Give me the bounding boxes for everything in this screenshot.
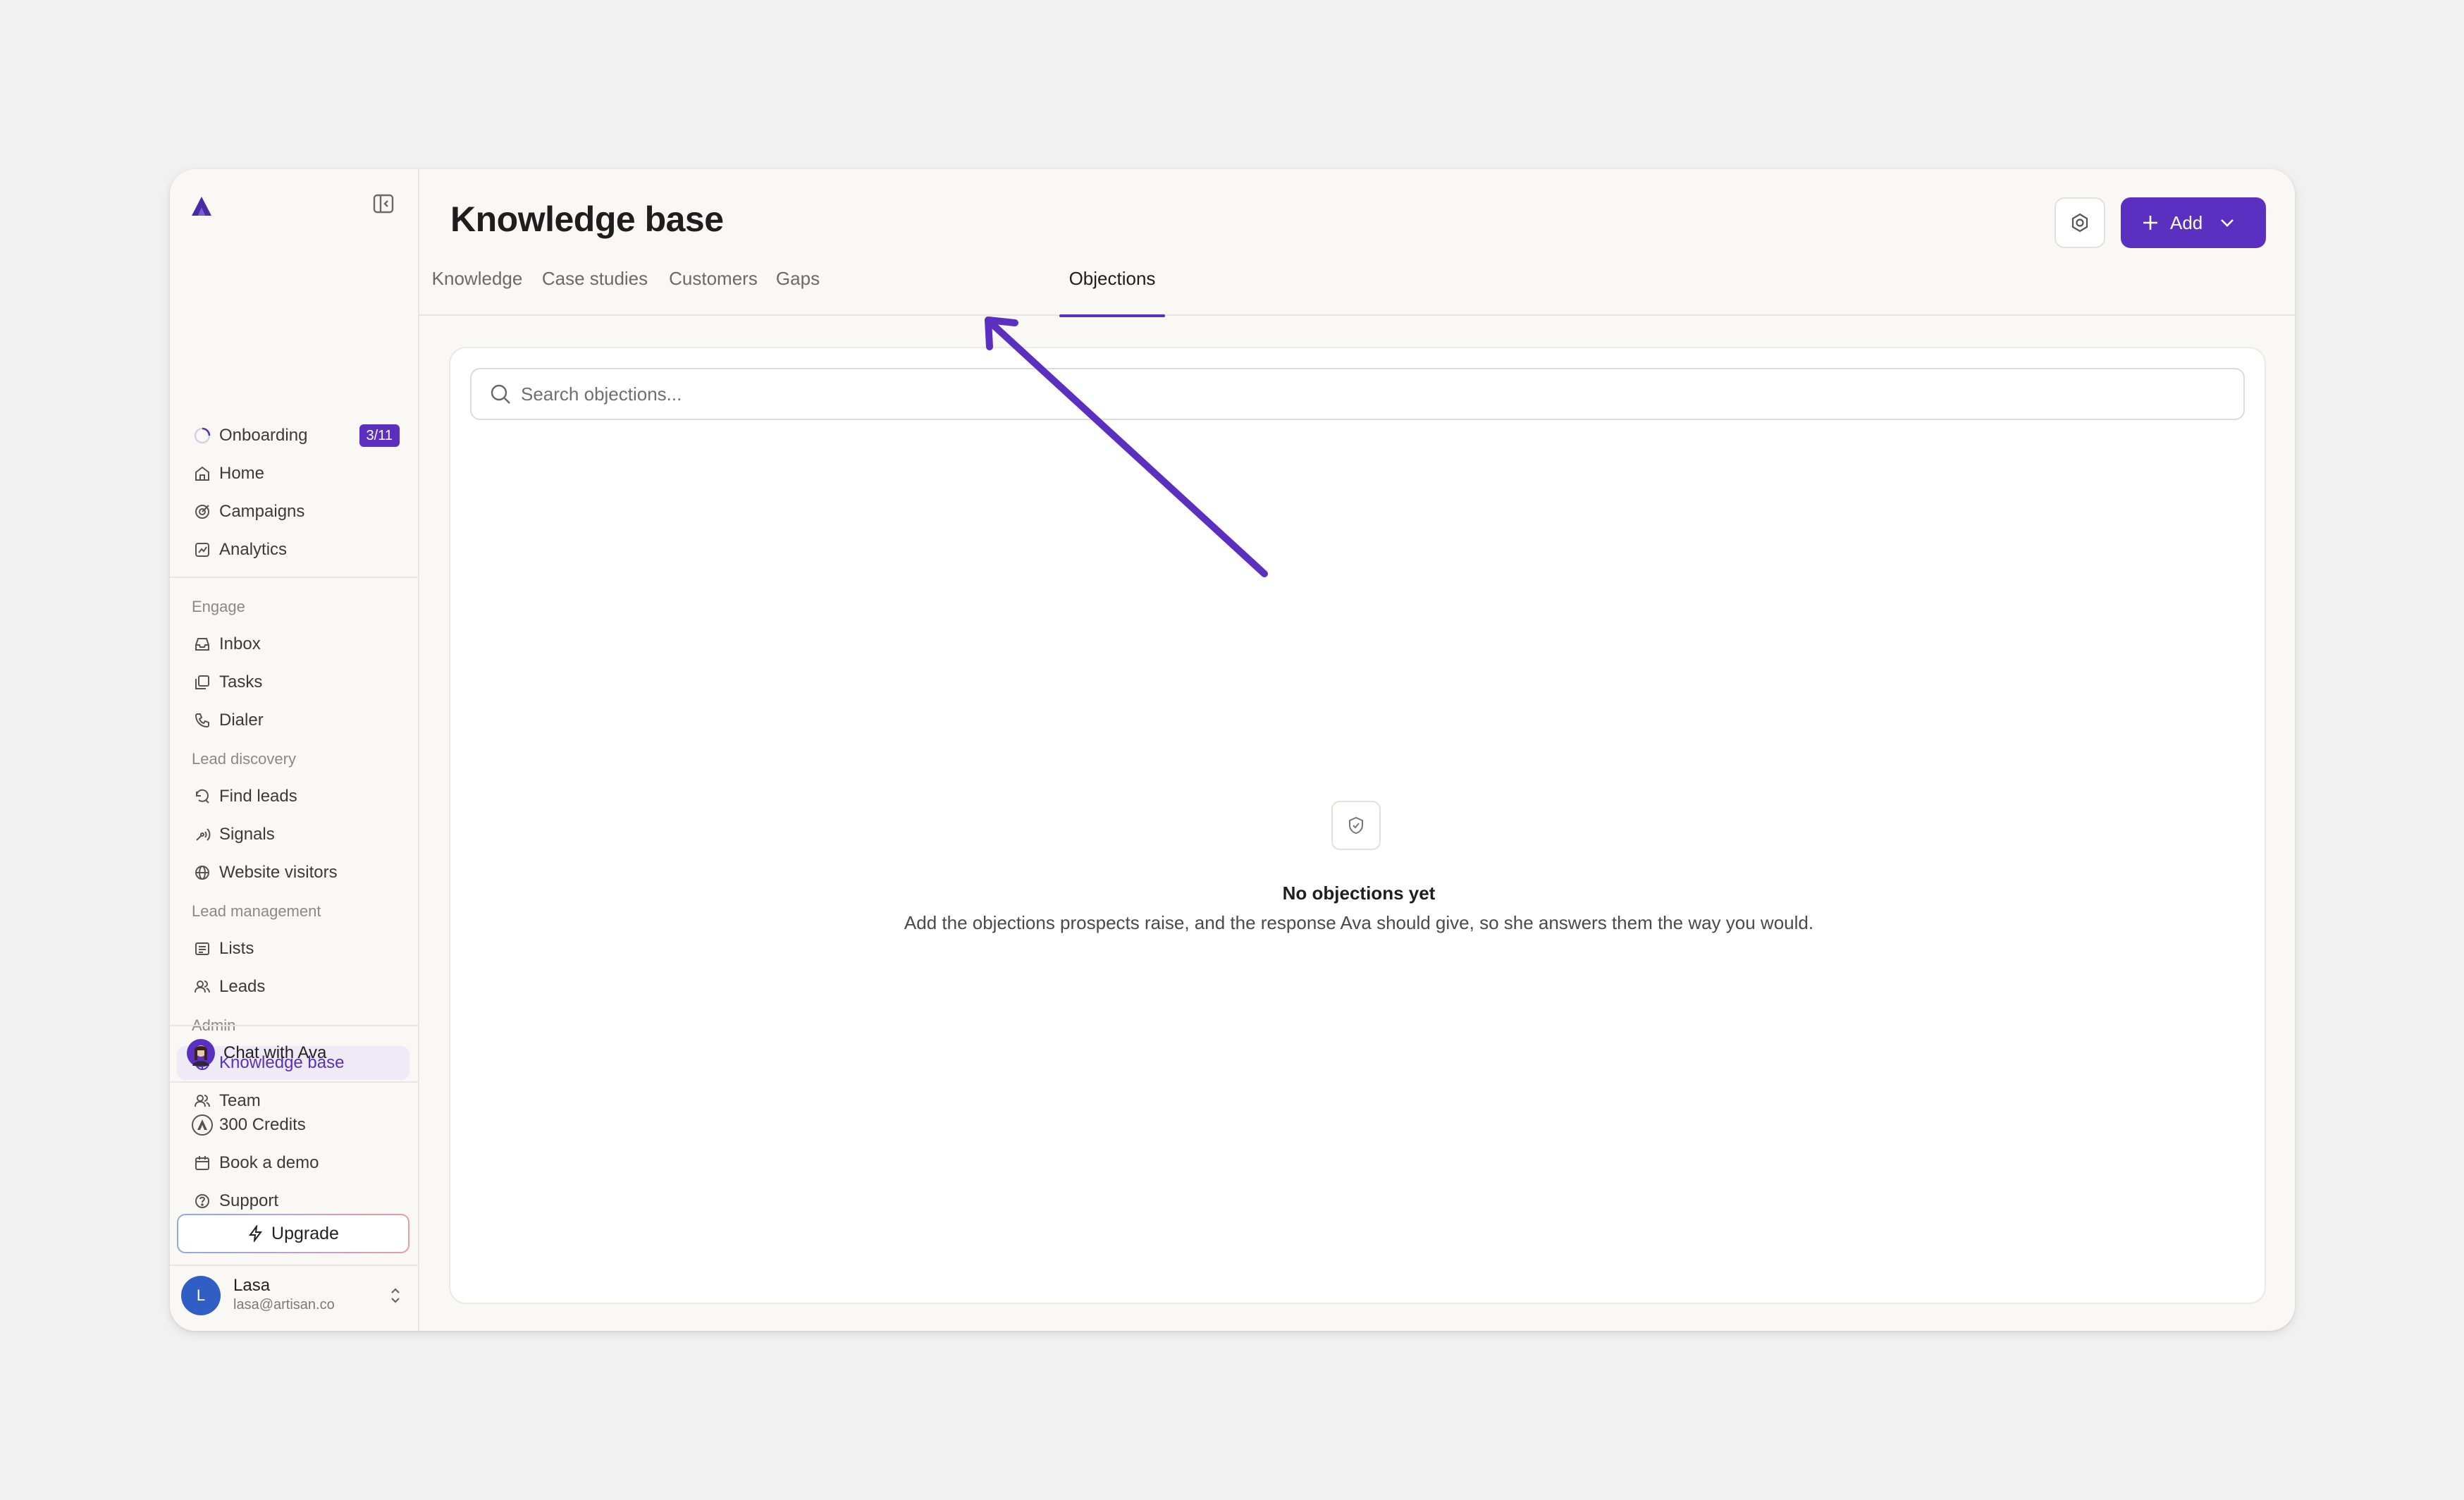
app-window: Onboarding 3/11 Home Campaigns Analytics…: [170, 169, 2295, 1331]
gear-icon: [2071, 213, 2088, 233]
shield-check-icon: [1331, 801, 1381, 850]
tab-gaps[interactable]: Gaps: [772, 268, 824, 316]
help-circle-icon: [185, 1184, 219, 1218]
sidebar-item-label: Campaigns: [219, 502, 305, 521]
credits-label: 300 Credits: [219, 1115, 306, 1134]
chat-with-ava-label: Chat with Ava: [223, 1043, 327, 1062]
sidebar-item-label: Lists: [219, 939, 254, 958]
section-label-lead-discovery: Lead discovery: [192, 750, 296, 768]
sidebar-divider: [170, 577, 419, 578]
tab-customers[interactable]: Customers: [662, 268, 765, 316]
sidebar-item-label: Dialer: [219, 711, 264, 730]
sidebar-item-label: Leads: [219, 977, 266, 996]
tab-bar: Knowledge Case studies Customers Gaps Ob…: [419, 268, 2295, 317]
tab-objections[interactable]: Objections: [1059, 268, 1165, 317]
support-label: Support: [219, 1191, 279, 1210]
sidebar-item-lists[interactable]: Lists: [177, 932, 409, 966]
sidebar-item-label: Inbox: [219, 634, 261, 653]
users-icon: [185, 970, 219, 1004]
progress-ring-icon: [185, 419, 219, 453]
sidebar-item-label: Website visitors: [219, 863, 338, 882]
home-icon: [185, 457, 219, 491]
sidebar-item-label: Analytics: [219, 540, 288, 559]
inbox-icon: [185, 627, 219, 661]
credits-item[interactable]: 300 Credits: [177, 1108, 409, 1142]
tasks-icon: [185, 665, 219, 699]
sidebar-item-label: Find leads: [219, 787, 297, 806]
search-input[interactable]: [521, 383, 2142, 405]
main-content: Knowledge base Add Knowledge Case studie…: [419, 169, 2295, 1331]
search-refresh-icon: [185, 780, 219, 813]
list-icon: [185, 932, 219, 966]
sidebar-item-find-leads[interactable]: Find leads: [177, 780, 409, 813]
section-label-engage: Engage: [192, 598, 245, 615]
upgrade-label: Upgrade: [271, 1223, 339, 1243]
page-title: Knowledge base: [450, 199, 724, 239]
tab-case-studies[interactable]: Case studies: [535, 268, 655, 316]
sidebar-item-website-visitors[interactable]: Website visitors: [177, 856, 409, 890]
sidebar-divider: [170, 1025, 419, 1026]
plus-icon: [2140, 213, 2160, 233]
sidebar-item-onboarding[interactable]: Onboarding 3/11: [177, 419, 409, 453]
chat-with-ava-button[interactable]: Chat with Ava: [170, 1031, 419, 1076]
chart-icon: [185, 533, 219, 567]
tab-knowledge[interactable]: Knowledge: [426, 268, 528, 316]
collapse-sidebar-icon[interactable]: [371, 192, 395, 216]
empty-state-title: No objections yet: [1282, 883, 1436, 904]
user-menu[interactable]: L Lasa lasa@artisan.co: [181, 1274, 411, 1317]
sidebar-item-campaigns[interactable]: Campaigns: [177, 495, 409, 529]
artisan-logo-icon[interactable]: [190, 195, 214, 219]
signal-icon: [185, 818, 219, 852]
globe-icon: [185, 856, 219, 890]
book-demo-label: Book a demo: [219, 1153, 319, 1172]
upgrade-button[interactable]: Upgrade: [177, 1214, 409, 1253]
add-button[interactable]: Add: [2121, 197, 2266, 248]
search-bar[interactable]: [470, 368, 2245, 420]
sidebar-item-tasks[interactable]: Tasks: [177, 665, 409, 699]
sidebar-item-inbox[interactable]: Inbox: [177, 627, 409, 661]
sidebar-item-label: Onboarding: [219, 426, 308, 445]
chevron-down-icon: [2218, 214, 2236, 232]
support-item[interactable]: Support: [177, 1184, 409, 1218]
sidebar-item-signals[interactable]: Signals: [177, 818, 409, 852]
target-icon: [185, 495, 219, 529]
sidebar: Onboarding 3/11 Home Campaigns Analytics…: [170, 169, 419, 1331]
sidebar-item-leads[interactable]: Leads: [177, 970, 409, 1004]
user-email: lasa@artisan.co: [233, 1297, 335, 1312]
section-label-lead-management: Lead management: [192, 902, 321, 920]
calendar-icon: [185, 1146, 219, 1180]
add-label: Add: [2170, 211, 2203, 233]
sidebar-item-analytics[interactable]: Analytics: [177, 533, 409, 567]
sidebar-item-label: Tasks: [219, 672, 263, 691]
sidebar-item-home[interactable]: Home: [177, 457, 409, 491]
objections-panel: No objections yet Add the objections pro…: [449, 347, 2266, 1304]
user-name: Lasa: [233, 1276, 271, 1295]
sidebar-divider: [170, 1081, 419, 1083]
lightning-icon: [249, 1225, 263, 1242]
sidebar-item-dialer[interactable]: Dialer: [177, 703, 409, 737]
sidebar-item-label: Home: [219, 464, 265, 483]
search-icon: [488, 382, 512, 406]
ava-avatar: [184, 1036, 218, 1070]
chevron-up-down-icon: [387, 1286, 404, 1309]
phone-icon: [185, 703, 219, 737]
avatar: L: [181, 1276, 221, 1315]
sidebar-divider: [170, 1265, 419, 1266]
onboarding-progress-badge: 3/11: [359, 424, 400, 447]
book-demo-item[interactable]: Book a demo: [177, 1146, 409, 1180]
settings-button[interactable]: [2055, 197, 2105, 248]
credits-icon: [185, 1108, 219, 1142]
empty-state-description: Add the objections prospects raise, and …: [904, 912, 1814, 933]
sidebar-item-label: Signals: [219, 825, 275, 844]
